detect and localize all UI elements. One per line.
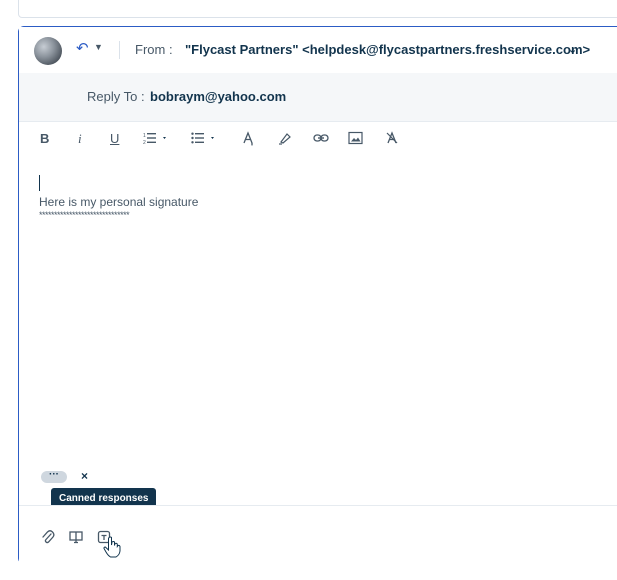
close-icon[interactable]: × [81, 469, 88, 483]
previous-card [18, 0, 617, 18]
reply-to-value[interactable]: bobraym@yahoo.com [150, 89, 286, 104]
ordered-list-icon[interactable]: 1 2 [143, 131, 169, 145]
formatting-toolbar: B i U 1 2 [19, 122, 617, 156]
svg-text:1: 1 [143, 133, 146, 139]
divider [119, 41, 120, 59]
italic-icon[interactable]: i [78, 131, 82, 147]
reply-composer: ↶ ▼ From : "Flycast Partners" <helpdesk@… [18, 26, 617, 565]
attachment-icon[interactable] [41, 530, 55, 549]
clear-format-icon[interactable] [385, 131, 399, 145]
from-email-select[interactable]: "Flycast Partners" <helpdesk@flycastpart… [185, 42, 590, 57]
hand-pointer-icon [103, 536, 121, 563]
underline-icon[interactable]: U [110, 131, 119, 147]
from-chevron-down-icon[interactable]: ⌄ [568, 43, 577, 56]
text-caret [39, 175, 40, 191]
signature-stars: ****************************** [39, 210, 130, 220]
from-row: ↶ ▼ From : "Flycast Partners" <helpdesk@… [19, 27, 617, 74]
text-color-icon[interactable] [242, 131, 256, 147]
avatar [34, 37, 62, 65]
reply-arrow-icon[interactable]: ↶ [76, 39, 89, 57]
from-label: From : [135, 42, 173, 57]
more-options-button[interactable]: ··· [41, 470, 67, 483]
chevron-down-icon[interactable]: ▼ [94, 42, 103, 52]
bullet-list-icon[interactable] [191, 131, 217, 145]
reply-to-label: Reply To : [87, 89, 145, 104]
svg-text:2: 2 [143, 140, 146, 145]
highlight-icon[interactable] [278, 131, 292, 145]
bold-icon[interactable]: B [40, 131, 49, 147]
reply-to-row: Reply To : bobraym@yahoo.com [19, 73, 617, 122]
signature-text: Here is my personal signature [39, 195, 199, 209]
knowledge-base-icon[interactable] [69, 530, 83, 549]
message-editor[interactable]: Here is my personal signature **********… [39, 175, 599, 465]
previous-card-strip [0, 0, 617, 22]
image-icon[interactable] [348, 131, 363, 145]
composer-footer [19, 505, 617, 565]
link-icon[interactable] [313, 131, 329, 145]
